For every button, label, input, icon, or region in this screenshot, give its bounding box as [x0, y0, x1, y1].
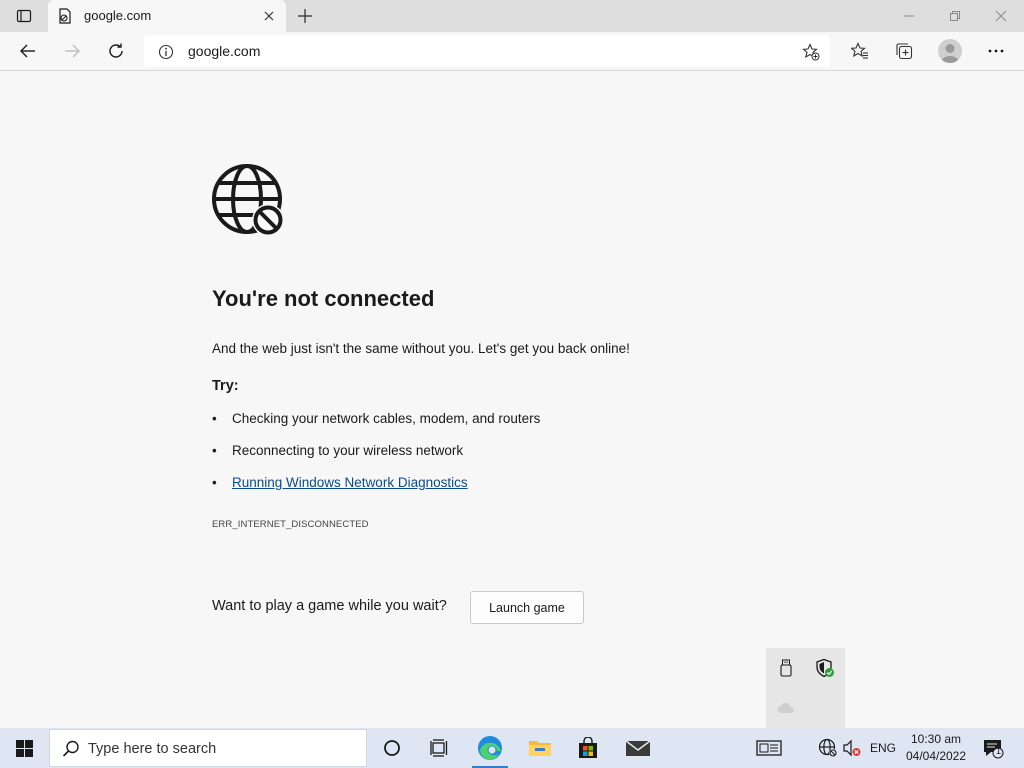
usb-tray-item[interactable]: [774, 656, 798, 680]
back-icon: [20, 44, 35, 58]
back-button[interactable]: [12, 36, 44, 66]
volume-tray-button[interactable]: [840, 728, 864, 768]
network-icon: [818, 738, 837, 757]
search-icon: [62, 740, 79, 757]
usb-icon: [780, 659, 792, 677]
list-item: • Checking your network cables, modem, a…: [212, 411, 540, 443]
restore-icon: [950, 11, 960, 21]
refresh-button[interactable]: [100, 36, 132, 66]
task-view-icon: [430, 739, 448, 757]
search-placeholder: Type here to search: [88, 741, 217, 757]
settings-more-button[interactable]: [980, 36, 1012, 66]
tab-actions-button[interactable]: [0, 0, 48, 32]
mail-icon: [625, 740, 651, 756]
bullet: •: [212, 475, 217, 490]
favorites-button[interactable]: [844, 36, 876, 66]
bullet: •: [212, 411, 217, 426]
error-page: You're not connected And the web just is…: [0, 71, 1024, 728]
game-prompt: Want to play a game while you wait?: [212, 598, 447, 614]
suggestion-list: • Checking your network cables, modem, a…: [212, 411, 540, 507]
suggestion-text: Checking your network cables, modem, and…: [232, 411, 541, 426]
add-favorite-icon[interactable]: [802, 43, 820, 61]
profile-button[interactable]: [938, 39, 962, 63]
onedrive-cloud-icon: [777, 702, 794, 713]
minimize-button[interactable]: [886, 0, 932, 32]
tray-overflow-popup: [766, 648, 845, 728]
store-icon: [579, 737, 597, 758]
page-favicon-icon: [59, 8, 71, 24]
address-url[interactable]: google.com: [188, 43, 260, 59]
error-code: ERR_INTERNET_DISCONNECTED: [212, 519, 369, 530]
news-icon: [756, 740, 782, 756]
list-item: • Running Windows Network Diagnostics: [212, 475, 540, 507]
edge-taskbar-button[interactable]: [466, 728, 514, 768]
list-item: • Reconnecting to your wireless network: [212, 443, 540, 475]
volume-muted-icon: [843, 739, 861, 757]
browser-toolbar: google.com: [0, 32, 1024, 71]
try-label: Try:: [212, 378, 239, 394]
clock-time: 10:30 am: [910, 732, 962, 746]
favorites-icon: [851, 42, 868, 59]
clock-date: 04/04/2022: [905, 749, 967, 763]
taskbar-search-box[interactable]: Type here to search: [49, 729, 367, 767]
mail-button[interactable]: [614, 728, 662, 768]
taskbar-clock[interactable]: 10:30 am 04/04/2022: [896, 731, 976, 765]
security-tray-item[interactable]: [813, 656, 837, 680]
suggestion-text: Reconnecting to your wireless network: [232, 443, 464, 458]
file-explorer-icon: [529, 741, 551, 756]
profile-icon: [941, 44, 959, 63]
input-language-indicator[interactable]: ENG: [870, 741, 896, 755]
close-window-button[interactable]: [978, 0, 1024, 32]
network-diagnostics-link[interactable]: Running Windows Network Diagnostics: [232, 475, 468, 490]
error-description: And the web just isn't the same without …: [212, 341, 630, 356]
file-explorer-button[interactable]: [516, 728, 564, 768]
forward-icon: [65, 44, 80, 58]
collections-icon: [896, 43, 913, 60]
windows-start-icon: [15, 739, 33, 757]
onedrive-tray-item[interactable]: [774, 696, 798, 720]
settings-more-icon: [988, 49, 1004, 53]
edge-icon: [478, 736, 502, 760]
bullet: •: [212, 443, 217, 458]
address-bar[interactable]: google.com: [144, 35, 830, 67]
cortana-button[interactable]: [368, 728, 416, 768]
collections-button[interactable]: [888, 36, 920, 66]
news-interests-button[interactable]: [746, 728, 792, 768]
security-shield-icon: [816, 658, 834, 678]
new-tab-icon[interactable]: [296, 7, 314, 25]
cortana-icon: [384, 740, 400, 756]
close-tab-icon[interactable]: [262, 9, 276, 23]
task-view-button[interactable]: [416, 728, 464, 768]
site-info-icon[interactable]: [158, 44, 174, 60]
tab-title: google.com: [84, 8, 152, 23]
tab-actions-icon: [16, 9, 32, 23]
store-button[interactable]: [564, 728, 612, 768]
error-heading: You're not connected: [212, 286, 435, 311]
close-window-icon: [995, 10, 1007, 22]
no-connection-globe-icon: [212, 164, 284, 236]
launch-game-button[interactable]: Launch game: [470, 591, 584, 624]
restore-button[interactable]: [932, 0, 978, 32]
action-center-button[interactable]: 1: [978, 728, 1008, 768]
network-tray-button[interactable]: [816, 728, 840, 768]
minimize-icon: [904, 15, 914, 17]
start-button[interactable]: [0, 728, 48, 768]
forward-button[interactable]: [56, 36, 88, 66]
browser-tab[interactable]: google.com: [48, 0, 286, 32]
tab-strip: google.com: [0, 0, 1024, 32]
refresh-icon: [109, 43, 123, 58]
taskbar: Type here to search ENG 10:30 am 04/04/2…: [0, 728, 1024, 768]
notification-count: 1: [996, 746, 1002, 756]
